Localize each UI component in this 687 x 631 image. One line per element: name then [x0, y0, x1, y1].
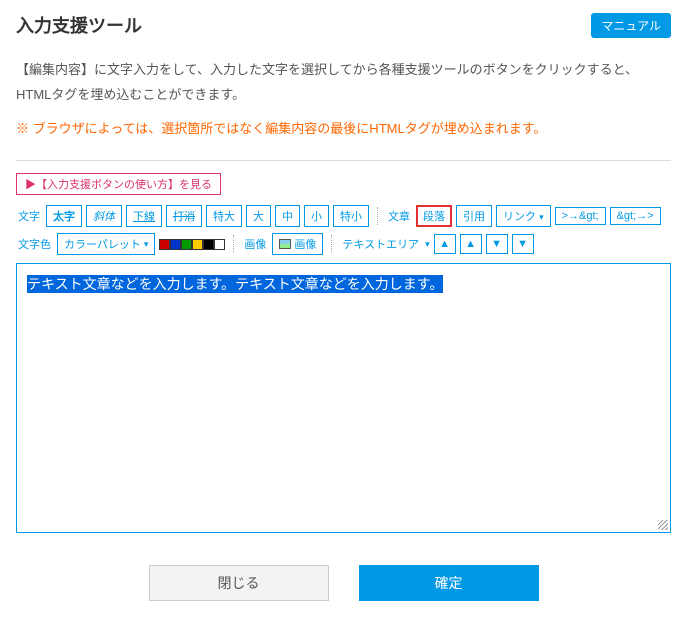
xsmall-button[interactable]: 特小: [333, 205, 369, 227]
bold-button[interactable]: 太字: [46, 205, 82, 227]
gt-encode-button[interactable]: >→&gt;: [555, 207, 606, 225]
shrink-down-double-button[interactable]: ▼: [512, 234, 534, 254]
color-swatch[interactable]: [192, 239, 203, 250]
usage-link[interactable]: ▶【入力支援ボタンの使い方】を見る: [16, 173, 221, 195]
color-swatch[interactable]: [214, 239, 225, 250]
confirm-button[interactable]: 確定: [359, 565, 539, 601]
color-swatch[interactable]: [170, 239, 181, 250]
color-swatch[interactable]: [181, 239, 192, 250]
separator: [331, 235, 332, 253]
group-label-textarea: テキストエリア: [340, 236, 421, 252]
chevron-down-icon: ▾: [144, 239, 149, 250]
quote-button[interactable]: 引用: [456, 205, 492, 227]
page-title: 入力支援ツール: [16, 12, 142, 38]
separator: [377, 207, 378, 225]
underline-button[interactable]: 下線: [126, 205, 162, 227]
paragraph-button[interactable]: 段落: [416, 205, 452, 227]
resize-handle[interactable]: [658, 520, 668, 530]
warning-text: ※ ブラウザによっては、選択箇所ではなく編集内容の最後にHTMLタグが埋め込まれ…: [16, 119, 671, 140]
color-swatch[interactable]: [159, 239, 170, 250]
expand-up-double-button[interactable]: ▲: [434, 234, 456, 254]
gt-decode-button[interactable]: &gt;→>: [610, 207, 661, 225]
shrink-down-button[interactable]: ▼: [486, 234, 508, 254]
small-button[interactable]: 小: [304, 205, 329, 227]
play-icon: ▶【入力支援ボタンの使い方】: [25, 179, 179, 191]
editor-textarea[interactable]: テキスト文章などを入力します。テキスト文章などを入力します。: [16, 263, 671, 533]
footer: 閉じる 確定: [16, 553, 671, 613]
toolbar-row-2: 文字色 カラーパレット ▾ 画像 画像 テキストエリア ▾ ▲ ▲ ▼ ▼: [16, 233, 671, 255]
group-label-text: 文字: [16, 208, 42, 224]
expand-up-button[interactable]: ▲: [460, 234, 482, 254]
group-label-sentence: 文章: [386, 208, 412, 224]
color-swatches: [159, 239, 225, 250]
chevron-down-icon: ▾: [425, 239, 430, 250]
color-swatch[interactable]: [203, 239, 214, 250]
image-icon: [279, 239, 291, 249]
medium-button[interactable]: 中: [275, 205, 300, 227]
strike-button[interactable]: 打消: [166, 205, 202, 227]
close-button[interactable]: 閉じる: [149, 565, 329, 601]
chevron-down-icon: ▾: [539, 212, 544, 222]
divider: [16, 160, 671, 161]
description-text: 【編集内容】に文字入力をして、入力した文字を選択してから各種支援ツールのボタンを…: [16, 58, 671, 107]
group-label-color: 文字色: [16, 236, 53, 252]
toolbar-row-1: 文字 太字 斜体 下線 打消 特大 大 中 小 特小 文章 段落 引用 リンク …: [16, 205, 671, 227]
color-palette-button[interactable]: カラーパレット ▾: [57, 233, 155, 255]
italic-button[interactable]: 斜体: [86, 205, 122, 227]
link-button[interactable]: リンク ▾: [496, 205, 551, 227]
image-button[interactable]: 画像: [272, 233, 323, 255]
editor-selected-text[interactable]: テキスト文章などを入力します。テキスト文章などを入力します。: [27, 275, 443, 293]
separator: [233, 235, 234, 253]
xlarge-button[interactable]: 特大: [206, 205, 242, 227]
group-label-image: 画像: [242, 236, 268, 252]
large-button[interactable]: 大: [246, 205, 271, 227]
manual-button[interactable]: マニュアル: [591, 13, 671, 38]
